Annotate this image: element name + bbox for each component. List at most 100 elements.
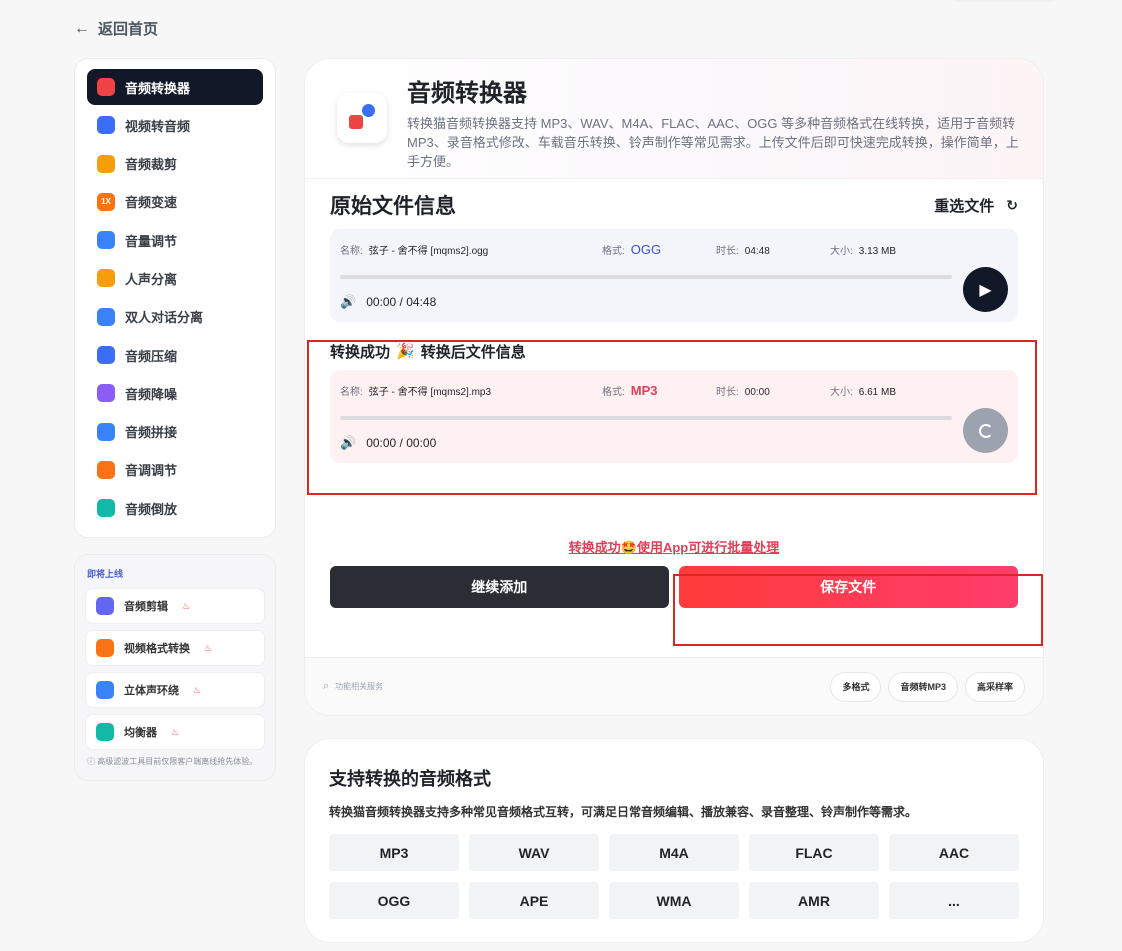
format-cell: AMR [749, 882, 879, 919]
sidebar-item-10[interactable]: 音调调节 [87, 452, 263, 488]
coming-item-0[interactable]: 音频剪辑 ♨ [85, 588, 265, 624]
hot-icon: ♨ [182, 600, 191, 611]
converted-file-title: 转换后文件信息 [420, 343, 526, 361]
sidebar-item-4[interactable]: 音量调节 [87, 222, 263, 258]
format-cell: AAC [889, 834, 1019, 871]
related-services-label: 功能相关服务 [335, 682, 384, 691]
original-file-box: 名称: 弦子 - 舍不得 [mqms2].ogg 格式: OGG 时长: 04:48 … [330, 229, 1018, 322]
converted-duration: 00:00 [744, 386, 770, 398]
audio-trim-icon [97, 154, 115, 173]
coming-item-label: 音频剪辑 [124, 601, 168, 613]
coming-soon-note: ⓘ 高级滤波工具目前仅限客户端离线抢先体验。 [87, 757, 258, 766]
related-services-bar: ⌕ 功能相关服务 多格式 音频转MP3 高采样率 [305, 657, 1043, 715]
converted-format: MP3 [630, 382, 658, 398]
original-progress-bar[interactable] [340, 275, 952, 279]
coming-soon-panel: 即将上线 音频剪辑 ♨ 视频格式转换 ♨ 立体声环绕 ♨ 均衡器 ♨ ⓘ 高级滤波工具目前仅限… [74, 554, 276, 781]
coming-item-2[interactable]: 立体声环绕 ♨ [85, 672, 265, 708]
reselect-file-button[interactable]: 重选文件 ↻ [934, 195, 1018, 216]
hot-icon: ♨ [171, 726, 180, 737]
duration-label: 时长: [716, 245, 739, 257]
original-time: 00:00 / 04:48 [366, 295, 437, 309]
sidebar-item-label: 音频裁剪 [125, 157, 178, 173]
format-cell: MP3 [329, 834, 459, 871]
converter-card: 音频转换器 转换猫音频转换器支持 MP3、WAV、M4A、FLAC、AAC、OG… [304, 58, 1044, 716]
original-format: OGG [630, 241, 662, 257]
volume-icon[interactable]: 🔊 [340, 435, 356, 451]
play-button[interactable]: ▶ [963, 267, 1008, 312]
service-chip-2[interactable]: 高采样率 [964, 671, 1025, 702]
video-format-icon [96, 639, 114, 657]
coming-soon-title: 即将上线 [87, 569, 124, 579]
continue-add-button[interactable]: 继续添加 [330, 566, 669, 608]
formats-title: 支持转换的音频格式 [329, 769, 491, 789]
sidebar-item-label: 音频倒放 [125, 501, 178, 517]
converted-progress-bar[interactable] [340, 416, 952, 420]
sidebar-item-9[interactable]: 音频拼接 [87, 414, 263, 450]
format-cell: OGG [329, 882, 459, 919]
converted-file-name: 弦子 - 舍不得 [mqms2].mp3 [368, 386, 492, 398]
batch-processing-link[interactable]: 转换成功🤩使用App可进行批量处理 [305, 537, 1043, 556]
coming-item-1[interactable]: 视频格式转换 ♨ [85, 630, 265, 666]
convert-success-label: 转换成功 [330, 343, 391, 361]
sidebar-item-6[interactable]: 双人对话分离 [87, 299, 263, 335]
sidebar-item-1[interactable]: 视频转音频 [87, 107, 263, 143]
dialog-separate-icon [97, 307, 115, 326]
party-emoji-icon: 🎉 [396, 343, 415, 360]
sidebar-item-11[interactable]: 音频倒放 [87, 490, 263, 526]
sidebar-item-label: 音调调节 [125, 463, 178, 479]
scissors-icon [96, 597, 114, 615]
supported-formats-card: 支持转换的音频格式 转换猫音频转换器支持多种常见音频格式互转，可满足日常音频编辑… [304, 738, 1044, 943]
page-title: 音频转换器 [407, 80, 527, 107]
sidebar-item-label: 双人对话分离 [125, 310, 204, 326]
sidebar-item-7[interactable]: 音频压缩 [87, 337, 263, 373]
sidebar-item-0[interactable]: 音频转换器 [87, 69, 263, 105]
sidebar-item-label: 音频变速 [125, 195, 178, 211]
sidebar-item-5[interactable]: 人声分离 [87, 260, 263, 296]
save-file-button[interactable]: 保存文件 [678, 566, 1018, 608]
coming-item-label: 均衡器 [124, 727, 157, 739]
denoise-icon [97, 384, 115, 403]
sidebar-item-label: 视频转音频 [125, 118, 191, 134]
video-to-audio-icon [97, 116, 115, 135]
format-cell: APE [469, 882, 599, 919]
format-cell: ... [889, 882, 1019, 919]
vocal-separate-icon [97, 269, 115, 288]
duration-label: 时长: [716, 386, 739, 398]
cube-icon [96, 681, 114, 699]
coming-item-label: 视频格式转换 [124, 643, 190, 655]
service-chip-1[interactable]: 音频转MP3 [888, 671, 958, 702]
spinner-icon [978, 423, 993, 438]
sidebar-item-label: 音频压缩 [125, 348, 178, 364]
format-cell: M4A [609, 834, 739, 871]
sidebar-item-label: 音频降噪 [125, 386, 178, 402]
top-decoration [950, 0, 1060, 2]
sidebar-item-8[interactable]: 音频降噪 [87, 375, 263, 411]
original-file-name: 弦子 - 舍不得 [mqms2].ogg [368, 245, 489, 257]
loading-button [963, 408, 1008, 453]
sidebar-item-label: 音频拼接 [125, 425, 178, 441]
coming-item-3[interactable]: 均衡器 ♨ [85, 714, 265, 750]
sidebar-item-label: 音量调节 [125, 233, 178, 249]
converter-logo-icon [337, 93, 387, 143]
volume-icon[interactable]: 🔊 [340, 294, 356, 310]
speed-icon: 1X [97, 192, 115, 211]
service-chip-0[interactable]: 多格式 [830, 671, 882, 702]
back-home-link[interactable]: ← 返回首页 [74, 18, 158, 39]
reverse-icon [97, 499, 115, 518]
name-label: 名称: [340, 245, 363, 257]
arrow-left-icon: ← [74, 19, 90, 37]
format-cell: FLAC [749, 834, 879, 871]
sidebar-item-2[interactable]: 音频裁剪 [87, 146, 263, 182]
hot-icon: ♨ [193, 684, 202, 695]
reselect-label: 重选文件 [934, 197, 995, 215]
format-label: 格式: [602, 386, 625, 398]
refresh-icon: ↻ [1006, 196, 1018, 213]
size-label: 大小: [830, 386, 853, 398]
volume-icon [97, 231, 115, 250]
audio-converter-icon [97, 78, 115, 96]
sidebar-item-3[interactable]: 1X 音频变速 [87, 184, 263, 220]
size-label: 大小: [830, 245, 853, 257]
original-file-title: 原始文件信息 [330, 195, 456, 218]
original-size: 3.13 MB [858, 245, 897, 257]
play-icon: ▶ [979, 281, 992, 299]
